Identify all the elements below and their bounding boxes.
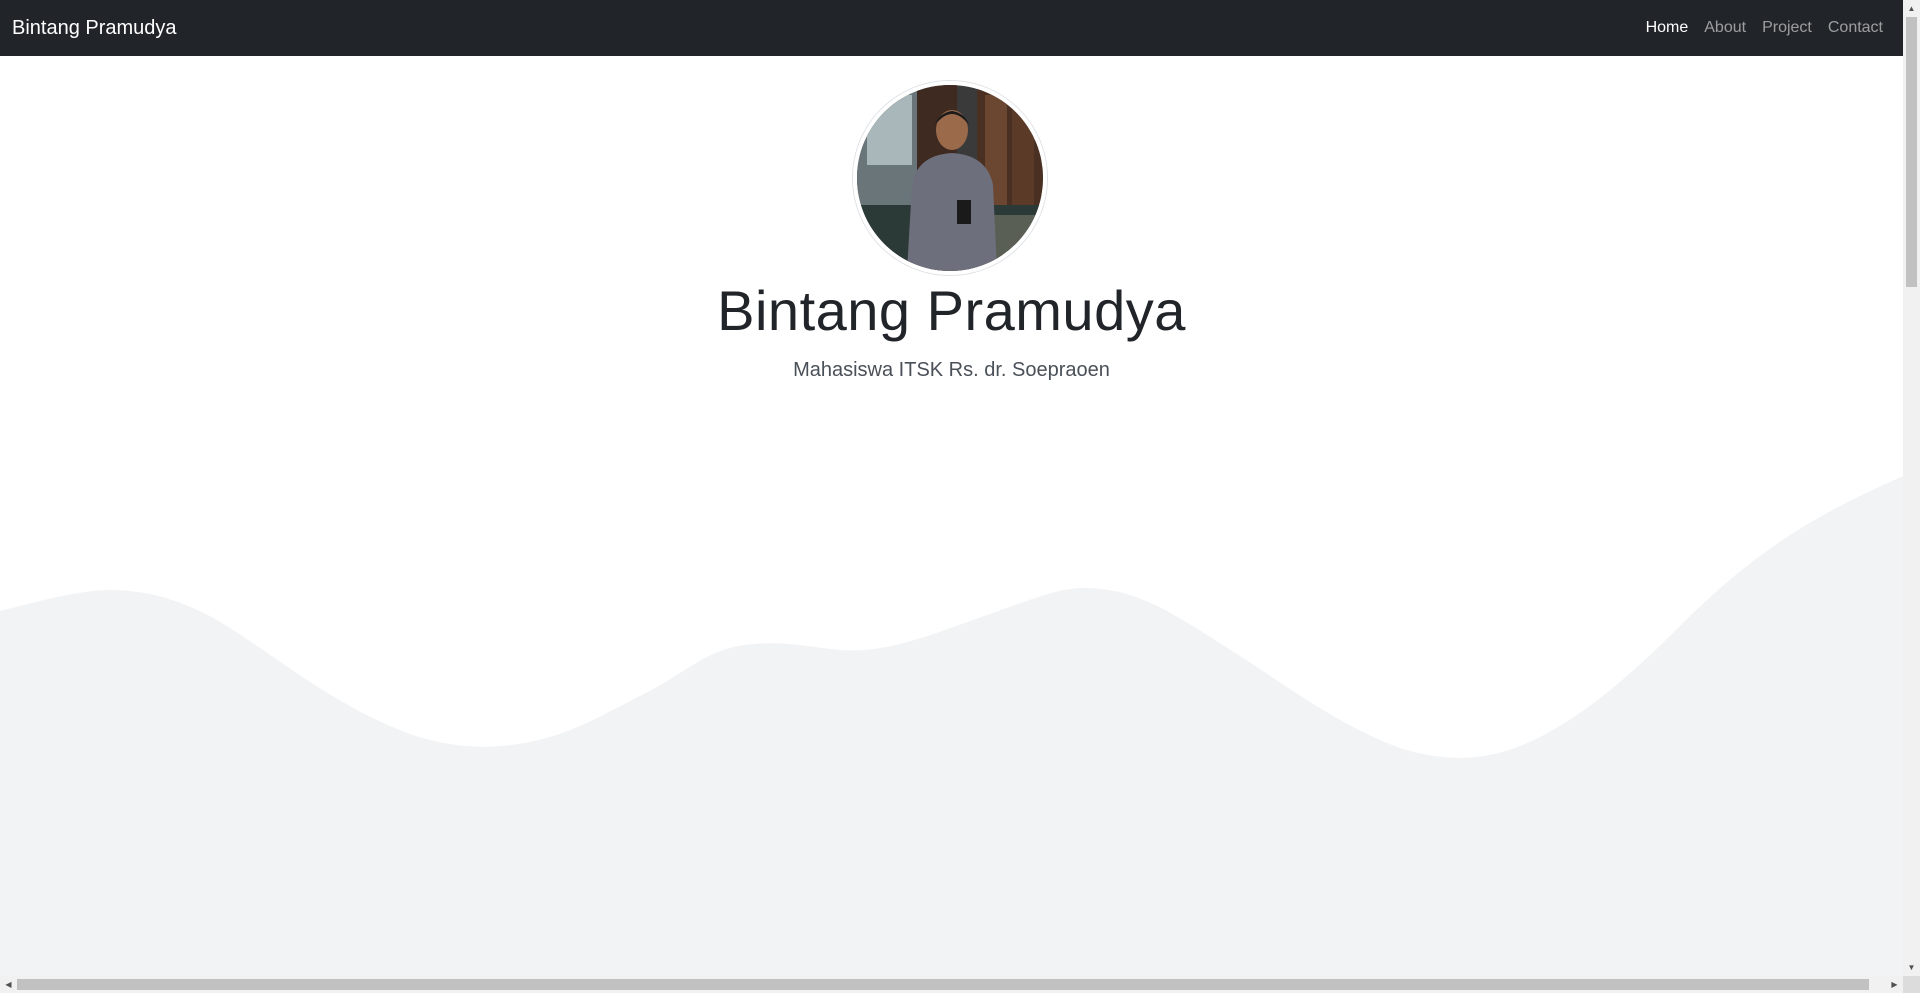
scroll-right-arrow-icon[interactable]: ▶ xyxy=(1886,976,1903,993)
nav-link-home[interactable]: Home xyxy=(1638,11,1697,45)
nav-link-about[interactable]: About xyxy=(1696,11,1754,45)
nav-link-project[interactable]: Project xyxy=(1754,11,1820,45)
nav-links: Home About Project Contact xyxy=(1638,11,1891,45)
profile-photo-illustration xyxy=(857,85,1043,271)
horizontal-scrollbar-thumb[interactable] xyxy=(17,979,1869,990)
nav-link-contact[interactable]: Contact xyxy=(1820,11,1891,45)
vertical-scrollbar[interactable]: ▲ ▼ xyxy=(1903,0,1920,976)
hero-name: Bintang Pramudya xyxy=(717,279,1186,342)
profile-photo xyxy=(853,81,1047,275)
horizontal-scrollbar[interactable]: ◀ ▶ xyxy=(0,976,1903,993)
hero-subtitle: Mahasiswa ITSK Rs. dr. Soepraoen xyxy=(793,359,1110,381)
scroll-up-arrow-icon[interactable]: ▲ xyxy=(1903,0,1920,17)
hero-section: Bintang Pramudya Mahasiswa ITSK Rs. dr. … xyxy=(0,56,1903,976)
navbar-brand[interactable]: Bintang Pramudya xyxy=(12,17,177,40)
vertical-scrollbar-thumb[interactable] xyxy=(1906,17,1917,287)
scrollbar-corner xyxy=(1903,976,1920,993)
scroll-left-arrow-icon[interactable]: ◀ xyxy=(0,976,17,993)
page: Bintang Pramudya Home About Project Cont… xyxy=(0,0,1920,993)
navbar: Bintang Pramudya Home About Project Cont… xyxy=(0,0,1903,56)
scroll-down-arrow-icon[interactable]: ▼ xyxy=(1903,959,1920,976)
